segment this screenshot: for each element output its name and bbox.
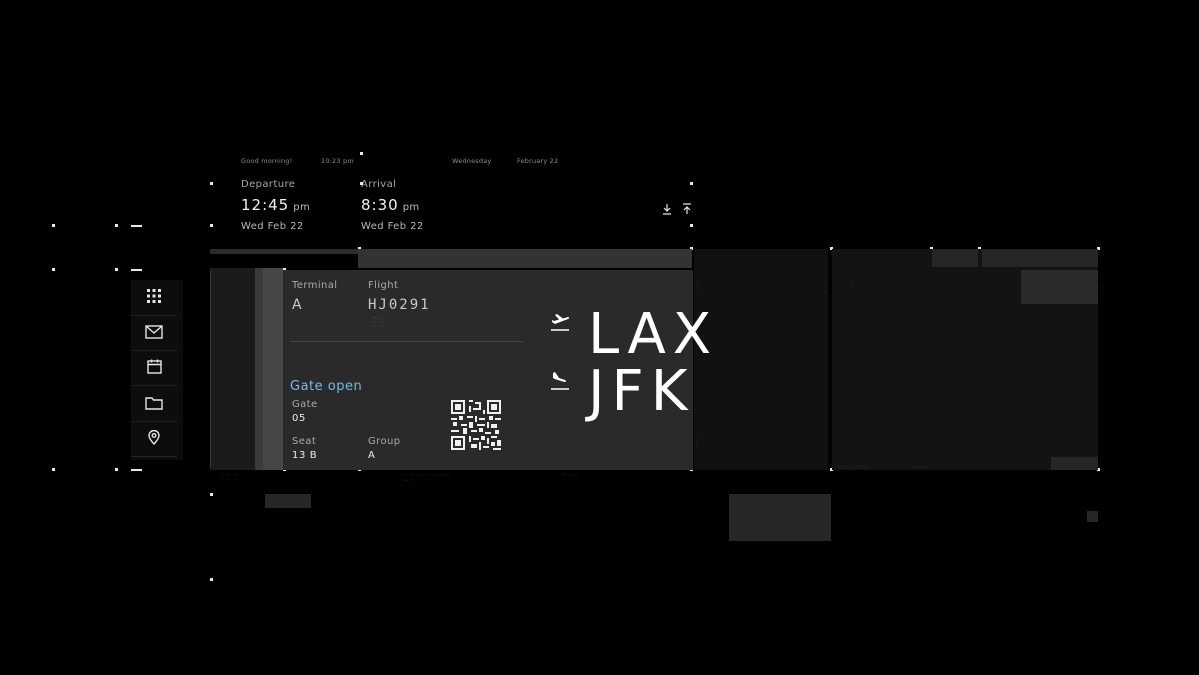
arrival-ampm: pm <box>402 202 420 213</box>
gate-value: 05 <box>292 413 306 424</box>
landing-icon <box>549 369 571 391</box>
download-icon[interactable] <box>661 200 673 215</box>
qr-code <box>451 400 501 450</box>
terminal-value: A <box>292 297 302 313</box>
arrival-time-value: 8:30 <box>361 196 399 214</box>
gate-label: Gate <box>292 399 318 410</box>
clock-text: 10:23 pm <box>321 157 354 165</box>
departure-time-value: 12:45 <box>241 196 290 214</box>
calendar-icon <box>146 359 162 378</box>
apps-grid-icon <box>146 288 162 308</box>
arrival-date: Wed Feb 22 <box>361 221 424 232</box>
upload-icon[interactable] <box>681 200 693 214</box>
sidebar-item-mail[interactable] <box>131 316 177 351</box>
sidebar-item-apps[interactable] <box>131 281 177 316</box>
departure-date: Wed Feb 22 <box>241 221 304 232</box>
group-value: A <box>368 450 376 461</box>
seat-label: Seat <box>292 436 317 447</box>
flight-value: HJ0291 <box>368 297 431 313</box>
sidebar-item-calendar[interactable] <box>131 351 177 386</box>
departure-label: Departure <box>241 179 296 190</box>
departure-time: 12:45 pm <box>241 196 310 214</box>
departure-ampm: pm <box>293 202 311 213</box>
sidebar-item-folder[interactable] <box>131 387 177 422</box>
group-label: Group <box>368 436 401 447</box>
flight-label: Flight <box>368 280 399 291</box>
date-text: February 22 <box>517 157 559 165</box>
terminal-label: Terminal <box>292 280 338 291</box>
greeting-text: Good morning! <box>241 157 293 165</box>
ticket-divider <box>290 341 523 342</box>
arrival-label: Arrival <box>361 179 397 190</box>
weekday-text: Wednesday <box>452 157 492 165</box>
origin-code: LAX <box>588 302 719 367</box>
sidebar-item-location[interactable] <box>131 422 177 457</box>
destination-code: JFK <box>588 359 695 424</box>
folder-icon <box>145 395 163 414</box>
mail-icon <box>145 324 163 343</box>
flight-micro-text: ·::· ·:·: ·:· ·::· ··· ··· <box>370 316 389 328</box>
seat-value: 13 B <box>292 450 318 461</box>
arrival-time: 8:30 pm <box>361 196 420 214</box>
takeoff-icon <box>549 310 571 332</box>
gate-status: Gate open <box>290 379 363 394</box>
location-pin-icon <box>148 429 160 449</box>
